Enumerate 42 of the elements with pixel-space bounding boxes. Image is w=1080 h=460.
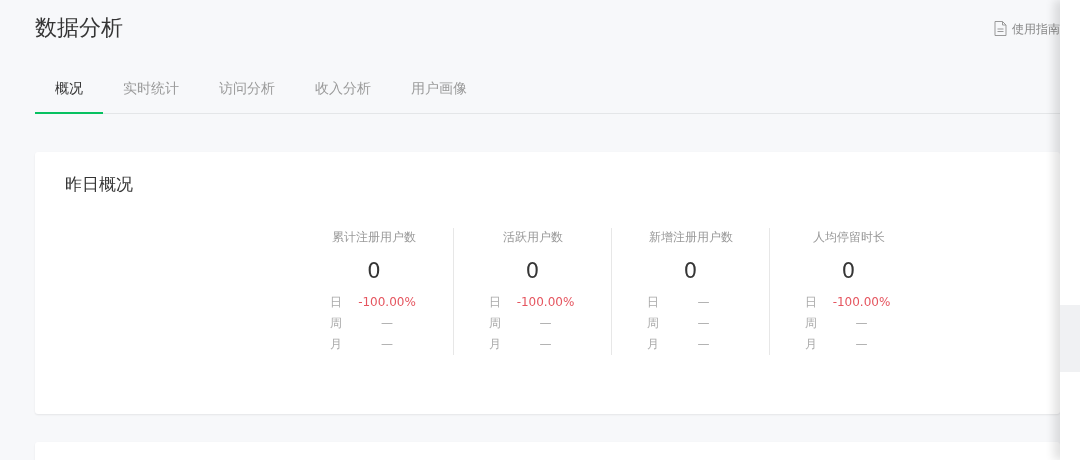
stat-value: 0: [524, 258, 541, 286]
panel-block: [1060, 305, 1080, 372]
period-label: 周: [646, 314, 660, 332]
page-title: 数据分析: [35, 15, 123, 42]
change-value: —: [696, 293, 711, 311]
tab[interactable]: 用户画像: [391, 65, 487, 114]
stat-value: 0: [840, 258, 857, 286]
change-value: —: [696, 335, 711, 353]
period-label: 月: [646, 335, 660, 353]
tab[interactable]: 概况: [35, 65, 103, 114]
change-value: —: [538, 314, 553, 332]
period-label: 周: [804, 314, 818, 332]
stat-value: 0: [682, 258, 699, 286]
change-value: —: [854, 335, 869, 353]
period-label: 日: [488, 293, 502, 311]
guide-link[interactable]: 使用指南: [994, 19, 1060, 38]
change-value: -100.00%: [515, 293, 576, 311]
document-icon: [994, 21, 1007, 36]
change-value: —: [854, 314, 869, 332]
tab[interactable]: 访问分析: [199, 65, 295, 114]
period-label: 月: [488, 335, 502, 353]
period-label: 周: [488, 314, 502, 332]
change-value: —: [380, 335, 394, 353]
change-value: —: [380, 314, 394, 332]
change-value: —: [538, 335, 553, 353]
change-value: -100.00%: [831, 293, 892, 311]
period-label: 日: [646, 293, 660, 311]
stat-label: 新增注册用户数: [647, 229, 734, 247]
tab[interactable]: 收入分析: [295, 65, 391, 114]
change-value: -100.00%: [357, 293, 417, 311]
change-value: —: [696, 314, 711, 332]
tab[interactable]: 实时统计: [103, 65, 199, 114]
period-label: 月: [804, 335, 818, 353]
stat-label: 累计注册用户数: [331, 229, 417, 247]
period-label: 周: [330, 314, 343, 332]
period-label: 日: [330, 293, 343, 311]
stat-label: 人均停留时长: [811, 229, 886, 247]
card-title: 昨日概况: [65, 174, 134, 195]
period-label: 月: [330, 335, 343, 353]
period-label: 日: [804, 293, 818, 311]
stat-label: 活跃用户数: [501, 229, 564, 247]
stat-value: 0: [366, 258, 382, 286]
